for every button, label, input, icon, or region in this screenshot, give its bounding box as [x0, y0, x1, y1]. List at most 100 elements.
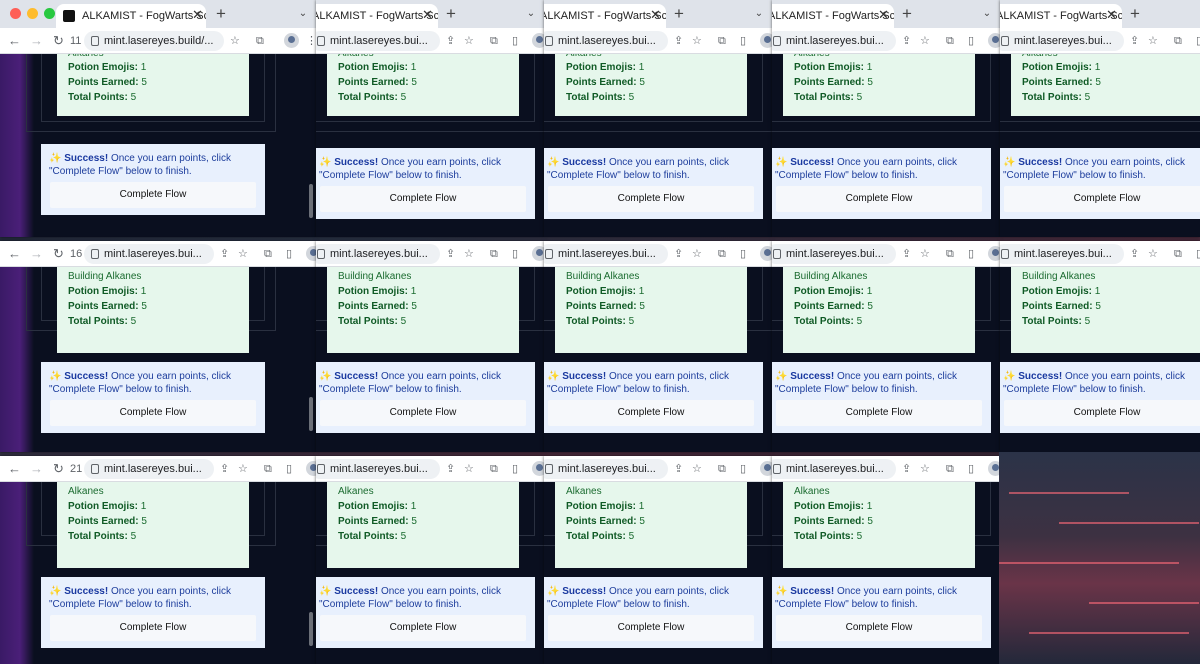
complete-flow-button[interactable]: Complete Flow	[50, 182, 256, 208]
browser-tab[interactable]: ALKAMIST - FogWarts School	[544, 4, 666, 28]
side-panel-icon[interactable]: ▯	[968, 241, 974, 266]
complete-flow-button[interactable]: Complete Flow	[50, 400, 256, 426]
extensions-icon[interactable]: ⧉	[946, 28, 954, 53]
share-icon[interactable]: ⇪	[220, 456, 229, 481]
complete-flow-button[interactable]: Complete Flow	[1004, 400, 1200, 426]
share-icon[interactable]: ⇪	[674, 456, 683, 481]
side-panel-icon[interactable]: ▯	[1196, 241, 1200, 266]
complete-flow-button[interactable]: Complete Flow	[1004, 186, 1200, 212]
address-bar[interactable]: mint.lasereyes.bui...	[772, 31, 896, 51]
profile-avatar[interactable]	[532, 246, 544, 261]
forward-arrow-icon[interactable]: →	[30, 456, 43, 481]
new-tab-icon[interactable]: +	[216, 4, 226, 24]
side-panel-icon[interactable]: ▯	[740, 28, 746, 53]
share-icon[interactable]: ⇪	[674, 241, 683, 266]
address-bar[interactable]: mint.lasereyes.bui...	[84, 459, 214, 479]
complete-flow-button[interactable]: Complete Flow	[776, 400, 982, 426]
reload-icon[interactable]: ↻	[53, 456, 64, 481]
profile-avatar[interactable]	[988, 33, 1000, 48]
back-arrow-icon[interactable]: ←	[8, 456, 21, 481]
tab-search-icon[interactable]: ⌄	[978, 8, 996, 22]
bookmark-star-icon[interactable]: ☆	[464, 241, 474, 266]
tab-search-icon[interactable]: ⌄	[522, 8, 540, 22]
profile-avatar[interactable]	[532, 33, 544, 48]
bookmark-star-icon[interactable]: ☆	[920, 241, 930, 266]
side-panel-icon[interactable]: ▯	[968, 456, 974, 481]
side-panel-icon[interactable]: ▯	[1196, 28, 1200, 53]
bookmark-star-icon[interactable]: ☆	[692, 456, 702, 481]
bookmark-star-icon[interactable]: ☆	[238, 456, 248, 481]
forward-arrow-icon[interactable]: →	[30, 28, 43, 53]
extensions-icon[interactable]: ⧉	[490, 241, 498, 266]
share-icon[interactable]: ⇪	[1130, 241, 1139, 266]
side-panel-icon[interactable]: ▯	[286, 241, 292, 266]
bookmark-star-icon[interactable]: ☆	[692, 28, 702, 53]
side-panel-icon[interactable]: ▯	[512, 28, 518, 53]
extensions-icon[interactable]: ⧉	[490, 28, 498, 53]
reload-icon[interactable]: ↻	[53, 28, 64, 53]
complete-flow-button[interactable]: Complete Flow	[776, 615, 982, 641]
profile-avatar[interactable]	[284, 33, 299, 48]
side-panel-icon[interactable]: ▯	[512, 456, 518, 481]
extensions-icon[interactable]: ⧉	[718, 241, 726, 266]
extensions-icon[interactable]: ⧉	[946, 241, 954, 266]
scrollbar-thumb[interactable]	[309, 184, 313, 218]
tab-search-icon[interactable]: ⌄	[294, 8, 312, 22]
tab-search-icon[interactable]: ⌄	[750, 8, 768, 22]
share-icon[interactable]: ⇪	[446, 241, 455, 266]
address-bar[interactable]: mint.lasereyes.bui...	[316, 244, 440, 264]
profile-avatar[interactable]	[760, 246, 772, 261]
forward-arrow-icon[interactable]: →	[30, 241, 43, 266]
browser-tab[interactable]: ALKAMIST - FogWarts School	[56, 4, 206, 28]
share-icon[interactable]: ⇪	[902, 456, 911, 481]
share-icon[interactable]: ⇪	[220, 241, 229, 266]
profile-avatar[interactable]	[760, 33, 772, 48]
share-icon[interactable]: ⇪	[902, 241, 911, 266]
address-bar[interactable]: mint.lasereyes.bui...	[772, 244, 896, 264]
extensions-icon[interactable]: ⧉	[264, 456, 272, 481]
bookmark-star-icon[interactable]: ☆	[464, 456, 474, 481]
share-icon[interactable]: ⇪	[1130, 28, 1139, 53]
complete-flow-button[interactable]: Complete Flow	[776, 186, 982, 212]
profile-avatar[interactable]	[988, 246, 1000, 261]
bookmark-star-icon[interactable]: ☆	[920, 28, 930, 53]
profile-avatar[interactable]	[760, 461, 772, 476]
profile-avatar[interactable]	[306, 246, 316, 261]
complete-flow-button[interactable]: Complete Flow	[320, 400, 526, 426]
browser-tab[interactable]: ALKAMIST - FogWarts School	[772, 4, 894, 28]
bookmark-star-icon[interactable]: ☆	[464, 28, 474, 53]
side-panel-icon[interactable]: ▯	[968, 28, 974, 53]
address-bar[interactable]: mint.lasereyes.bui...	[544, 459, 668, 479]
address-bar[interactable]: mint.lasereyes.bui...	[316, 459, 440, 479]
menu-icon[interactable]: ⋮	[306, 28, 316, 53]
minimize-window-button[interactable]	[27, 8, 38, 19]
profile-avatar[interactable]	[306, 461, 316, 476]
extensions-icon[interactable]: ⧉	[718, 456, 726, 481]
tab-close-icon[interactable]: ✕	[650, 7, 661, 23]
reload-icon[interactable]: ↻	[53, 241, 64, 266]
side-panel-icon[interactable]: ▯	[512, 241, 518, 266]
new-tab-icon[interactable]: +	[674, 4, 684, 24]
bookmark-star-icon[interactable]: ☆	[238, 241, 248, 266]
extensions-icon[interactable]: ⧉	[1174, 28, 1182, 53]
tab-close-icon[interactable]: ✕	[878, 7, 889, 23]
scrollbar-thumb[interactable]	[309, 612, 313, 646]
complete-flow-button[interactable]: Complete Flow	[320, 615, 526, 641]
complete-flow-button[interactable]: Complete Flow	[50, 615, 256, 641]
tab-close-icon[interactable]: ✕	[1106, 7, 1117, 23]
tab-close-icon[interactable]: ✕	[422, 7, 433, 23]
share-icon[interactable]: ⇪	[446, 28, 455, 53]
address-bar[interactable]: mint.lasereyes.bui...	[544, 31, 668, 51]
profile-avatar[interactable]	[532, 461, 544, 476]
share-icon[interactable]: ⇪	[446, 456, 455, 481]
share-icon[interactable]: ⇪	[902, 28, 911, 53]
extensions-icon[interactable]: ⧉	[264, 241, 272, 266]
tab-close-icon[interactable]: ✕	[192, 7, 203, 23]
close-window-button[interactable]	[10, 8, 21, 19]
address-bar[interactable]: mint.lasereyes.bui...	[772, 459, 896, 479]
bookmark-star-icon[interactable]: ☆	[230, 28, 240, 53]
extensions-icon[interactable]: ⧉	[1174, 241, 1182, 266]
side-panel-icon[interactable]: ▯	[286, 456, 292, 481]
side-panel-icon[interactable]: ▯	[740, 241, 746, 266]
complete-flow-button[interactable]: Complete Flow	[548, 615, 754, 641]
